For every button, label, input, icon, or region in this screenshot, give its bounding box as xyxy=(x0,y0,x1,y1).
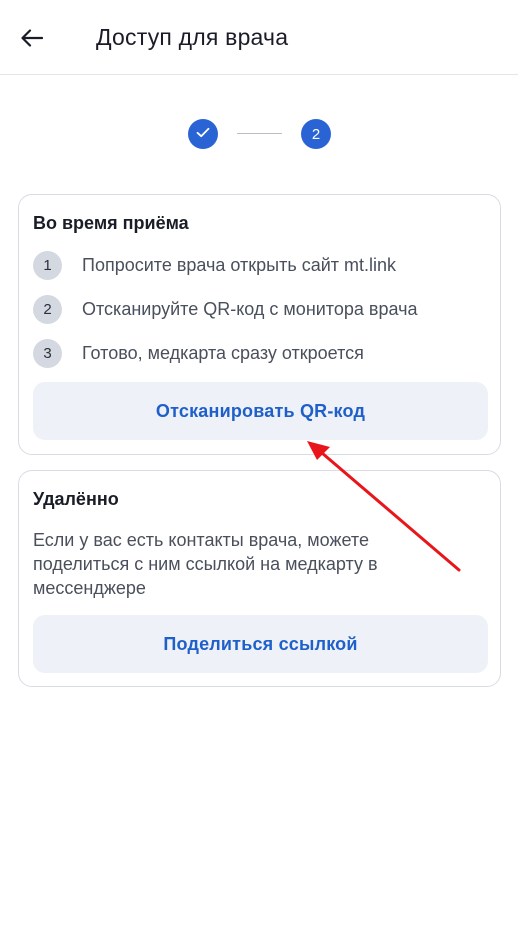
instruction-step: 3 Готово, медкарта сразу откроется xyxy=(33,338,364,368)
remote-description: Если у вас есть контакты врача, можете п… xyxy=(33,530,378,598)
step-2-current: 2 xyxy=(301,119,331,149)
share-link-button[interactable]: Поделиться ссылкой xyxy=(33,615,488,673)
progress-stepper: 2 xyxy=(188,119,332,149)
in-visit-card: Во время приёма 1 Попросите врача открыт… xyxy=(18,194,501,455)
card-title-remote: Удалённо xyxy=(33,489,119,509)
top-app-bar: Доступ для врача xyxy=(0,0,518,75)
step-number-badge: 3 xyxy=(33,338,62,368)
card-title-in-visit: Во время приёма xyxy=(33,213,189,233)
app-screen: Доступ для врача 2 Во время приёма 1 Поп… xyxy=(0,0,518,942)
step-number-badge: 1 xyxy=(33,250,62,280)
page-title: Доступ для врача xyxy=(96,24,289,50)
scan-qr-button[interactable]: Отсканировать QR-код xyxy=(33,382,488,440)
arrow-left-icon xyxy=(21,28,44,52)
remote-card: Удалённо Если у вас есть контакты врача,… xyxy=(18,470,501,687)
step-connector xyxy=(237,133,282,134)
step-text: Попросите врача открыть сайт mt.link xyxy=(82,254,397,275)
instruction-step: 1 Попросите врача открыть сайт mt.link xyxy=(33,250,396,280)
back-button[interactable] xyxy=(14,22,50,58)
step-1-done xyxy=(188,119,218,149)
step-number-badge: 2 xyxy=(33,294,62,324)
step-text: Готово, медкарта сразу откроется xyxy=(82,342,364,363)
step-text: Отсканируйте QR-код с монитора врача xyxy=(82,298,418,319)
check-icon xyxy=(196,125,210,143)
instruction-step: 2 Отсканируйте QR-код с монитора врача xyxy=(33,294,417,324)
